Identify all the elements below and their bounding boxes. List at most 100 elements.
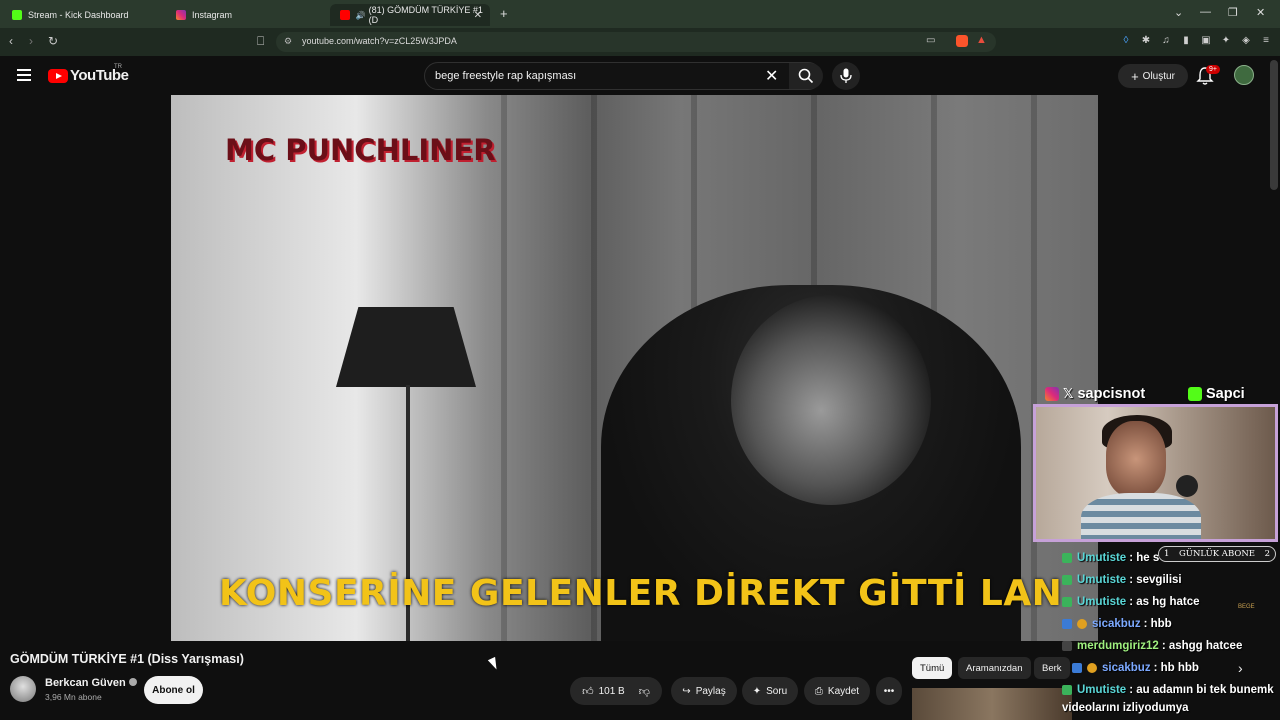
youtube-header: YouTube TR bege freestyle rap kapışması … — [0, 56, 1280, 96]
notification-badge: 9+ — [1206, 65, 1220, 74]
chat-message: Umutiste : he s — [1062, 552, 1159, 564]
chip-scroll-right-icon[interactable]: › — [1238, 660, 1243, 676]
chat-badge-icon — [1062, 641, 1072, 651]
cast-icon[interactable]: ▭ — [926, 35, 935, 46]
webcam-face — [1106, 421, 1166, 497]
brave-rewards-icon[interactable]: ▲ — [976, 34, 987, 46]
bookmark-save-icon: ⎙ — [814, 685, 823, 697]
chat-text: : ashgg hatcee — [1161, 640, 1243, 652]
chip-from-search[interactable]: Aramanızdan — [958, 657, 1031, 679]
tab-youtube-video[interactable]: 🔊 (81) GÖMDÜM TÜRKİYE #1 (D ✕ — [330, 4, 490, 26]
close-tab-icon[interactable]: ✕ — [474, 10, 482, 21]
video-title: GÖMDÜM TÜRKİYE #1 (Diss Yarışması) — [10, 652, 244, 666]
chat-badge-icon — [1062, 619, 1072, 629]
more-icon: ••• — [883, 685, 895, 697]
chat-username: Umutiste — [1077, 574, 1127, 586]
channel-name[interactable]: Berkcan Güven — [45, 677, 137, 689]
account-avatar[interactable] — [1234, 65, 1254, 85]
tab-title: Stream - Kick Dashboard — [28, 10, 129, 20]
chat-username: sicakbuz — [1102, 662, 1151, 674]
chat-username: Umutiste — [1077, 552, 1127, 564]
ask-button[interactable]: ✦ Soru — [742, 677, 798, 705]
leo-ai-icon[interactable]: ✦ — [1220, 35, 1232, 47]
search-button[interactable] — [789, 63, 823, 89]
sidebar-icon[interactable]: ▮ — [1180, 35, 1192, 47]
youtube-play-icon — [48, 68, 68, 83]
browser-tab-bar: Stream - Kick Dashboard Instagram 🔊 (81)… — [0, 0, 1280, 28]
voice-search-button[interactable] — [832, 62, 860, 90]
search-box[interactable]: bege freestyle rap kapışması ✕ — [424, 62, 823, 90]
extension-icon-1[interactable]: ◊ — [1120, 35, 1132, 47]
reload-icon[interactable]: ↻ — [48, 34, 58, 48]
maximize-button[interactable]: ❐ — [1228, 6, 1238, 19]
tab-instagram[interactable]: Instagram — [166, 4, 332, 26]
streamer-name: sapcisnot — [1077, 386, 1146, 402]
curtain-fold — [1031, 95, 1037, 641]
chat-badge-icon — [1077, 619, 1087, 629]
chat-text: : hb hbb — [1153, 662, 1199, 674]
chat-message: merdumgiriz12 : ashgg hatcee — [1062, 640, 1242, 652]
instagram-favicon-icon — [176, 10, 186, 20]
menu-icon[interactable]: ≡ — [1260, 35, 1272, 47]
tab-search-icon[interactable]: ⌄ — [1174, 6, 1183, 19]
create-button[interactable]: + Oluştur — [1118, 64, 1188, 88]
clear-search-icon[interactable]: ✕ — [765, 66, 778, 86]
extension-icon-3[interactable]: ♫ — [1160, 35, 1172, 47]
url-text: youtube.com/watch?v=zCL25W3JPDA — [302, 36, 457, 46]
video-subtitle: KONSERİNE GELENLER DİREKT GİTTİ LAN — [219, 573, 1063, 614]
chat-text: : au adamın bi tek bunemk — [1129, 684, 1274, 696]
related-video-thumbnail[interactable] — [912, 688, 1072, 720]
chip-channel[interactable]: Berk — [1034, 657, 1070, 679]
channel-name-text: Berkcan Güven — [45, 677, 126, 689]
extension-icon-2[interactable]: ✱ — [1140, 35, 1152, 47]
lamp-shade — [336, 307, 476, 387]
subscribe-button[interactable]: Abone ol — [144, 676, 203, 704]
video-player[interactable]: MC PUNCHLINER KONSERİNE GELENLER DİREKT … — [171, 95, 1098, 641]
chat-message: Umutiste : sevgilisi — [1062, 574, 1182, 586]
tab-kick-dashboard[interactable]: Stream - Kick Dashboard — [2, 4, 168, 26]
bookmark-icon[interactable]: ⎕ — [257, 34, 264, 49]
new-tab-button[interactable]: + — [500, 6, 508, 21]
chat-text: : he s — [1129, 552, 1160, 564]
tab-title: (81) GÖMDÜM TÜRKİYE #1 (D — [368, 5, 483, 25]
more-actions-button[interactable]: ••• — [876, 677, 902, 705]
sub-goal-current: 1 — [1164, 549, 1170, 559]
forward-icon[interactable]: › — [29, 34, 33, 48]
channel-avatar[interactable] — [10, 676, 36, 702]
brave-shield-icon[interactable] — [956, 35, 968, 47]
back-icon[interactable]: ‹ — [9, 34, 13, 48]
speaker-icon: 🔊 — [355, 10, 366, 20]
youtube-logo[interactable]: YouTube TR — [48, 64, 129, 84]
x-icon: 𝕏 — [1063, 386, 1074, 401]
minimize-button[interactable]: — — [1200, 6, 1211, 18]
address-bar[interactable]: ⚙ youtube.com/watch?v=zCL25W3JPDA ▭ ▲ — [276, 32, 996, 52]
like-icon[interactable]: 👍︎ — [582, 685, 594, 698]
close-window-button[interactable]: ✕ — [1256, 6, 1265, 19]
sparkle-icon: ✦ — [752, 685, 762, 697]
like-count[interactable]: 101 B — [599, 686, 625, 697]
search-input[interactable]: bege freestyle rap kapışması — [435, 70, 576, 82]
webcam-microphone — [1176, 475, 1198, 497]
chat-badge-icon — [1062, 553, 1072, 563]
share-label: Paylaş — [695, 685, 726, 697]
chat-message: sicakbuz : hb hbb — [1072, 662, 1199, 674]
chat-message-continuation: videolarını izliyodumya — [1062, 702, 1189, 714]
site-info-icon[interactable]: ⚙ — [284, 36, 292, 47]
kick-favicon-icon — [12, 10, 22, 20]
dislike-icon[interactable]: 👎︎ — [639, 685, 650, 698]
chip-all[interactable]: Tümü — [912, 657, 953, 679]
browser-toolbar: ‹ › ↻ ⎕ ⚙ youtube.com/watch?v=zCL25W3JPD… — [0, 28, 1280, 56]
chat-text: : hbb — [1143, 618, 1172, 630]
webcam-overlay — [1033, 404, 1278, 542]
wallet-icon[interactable]: ▣ — [1200, 35, 1212, 47]
save-label: Kaydet — [827, 685, 860, 697]
page-scrollbar[interactable] — [1270, 60, 1278, 190]
share-button[interactable]: ↪ Paylaş — [671, 677, 737, 705]
hamburger-menu-icon[interactable] — [17, 69, 31, 81]
chat-username: Umutiste — [1077, 596, 1127, 608]
vpn-icon[interactable]: ◈ — [1240, 35, 1252, 47]
save-button[interactable]: ⎙ Kaydet — [804, 677, 870, 705]
curtain-fold — [501, 95, 507, 641]
chat-text: : as hg hatce — [1129, 596, 1200, 608]
ask-label: Soru — [766, 685, 788, 697]
